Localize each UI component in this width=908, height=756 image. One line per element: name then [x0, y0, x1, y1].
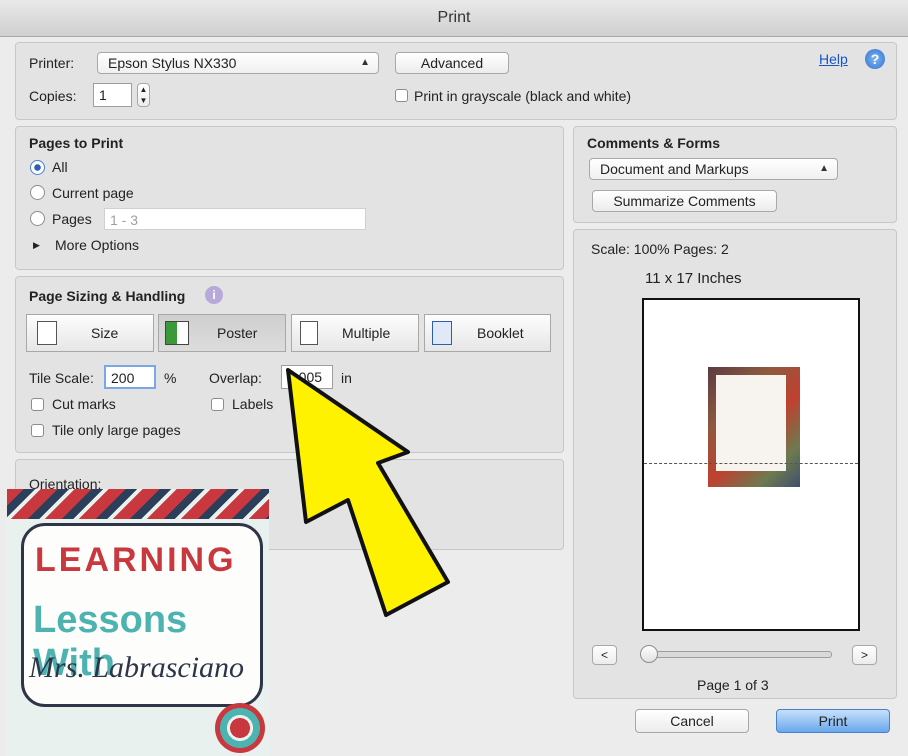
tab-size[interactable]: Size: [26, 314, 154, 352]
page-indicator: Page 1 of 3: [697, 677, 769, 693]
radio-all-label: All: [52, 159, 68, 175]
radio-pages[interactable]: [30, 211, 45, 226]
comments-select[interactable]: Document and Markups ▲: [589, 158, 838, 180]
rosette-decoration: [215, 703, 265, 753]
preview-paper-size: 11 x 17 Inches: [645, 270, 742, 287]
select-arrows-icon: ▲: [360, 57, 370, 68]
advanced-button[interactable]: Advanced: [395, 52, 509, 74]
blog-logo-overlay: LEARNING Lessons With Mrs. Labrasciano: [7, 489, 269, 756]
printer-value: Epson Stylus NX330: [108, 55, 237, 71]
tab-booklet-label: Booklet: [477, 325, 524, 341]
labels-checkbox[interactable]: [211, 398, 224, 411]
pages-to-print-title: Pages to Print: [29, 135, 124, 151]
tab-multiple-label: Multiple: [342, 325, 391, 341]
preview-photo-poster: [716, 375, 786, 471]
disclosure-triangle-icon[interactable]: ▶: [33, 240, 40, 251]
cut-marks-checkbox[interactable]: [31, 398, 44, 411]
chevron-banner: [7, 489, 269, 519]
tab-booklet[interactable]: Booklet: [424, 314, 551, 352]
poster-icon: [165, 321, 189, 345]
printer-label: Printer:: [29, 55, 75, 71]
booklet-icon: [432, 321, 452, 345]
preview-slider-track[interactable]: [640, 651, 832, 658]
tile-scale-input[interactable]: 200: [104, 365, 156, 389]
tile-large-label: Tile only large pages: [52, 422, 181, 438]
pages-range-input[interactable]: 1 - 3: [104, 208, 366, 230]
tile-division-line: [644, 463, 858, 464]
copies-label: Copies:: [29, 88, 77, 104]
comments-title: Comments & Forms: [587, 135, 721, 151]
preview-scale-text: Scale: 100% Pages: 2: [591, 241, 729, 257]
more-options-label[interactable]: More Options: [55, 237, 139, 253]
preview-next-button[interactable]: >: [852, 645, 877, 665]
preview-photo: [708, 367, 800, 487]
preview-prev-button[interactable]: <: [592, 645, 617, 665]
preview-page: [642, 298, 860, 631]
size-icon: [37, 321, 57, 345]
tab-size-label: Size: [91, 325, 119, 341]
tile-scale-unit: %: [164, 370, 177, 386]
preview-slider-knob[interactable]: [640, 645, 658, 663]
page-sizing-title: Page Sizing & Handling: [29, 288, 186, 304]
copies-field[interactable]: 1: [93, 83, 132, 107]
logo-line-name: Mrs. Labrasciano: [29, 651, 245, 684]
comments-select-value: Document and Markups: [600, 161, 749, 177]
tab-poster-label: Poster: [217, 325, 258, 341]
printer-select[interactable]: Epson Stylus NX330 ▲: [97, 52, 379, 74]
radio-all[interactable]: [30, 160, 45, 175]
window-title: Print: [0, 0, 908, 37]
copies-stepper[interactable]: ▲ ▼: [137, 83, 150, 107]
radio-pages-label: Pages: [52, 211, 92, 227]
radio-current-page-label: Current page: [52, 185, 134, 201]
radio-current-page[interactable]: [30, 185, 45, 200]
select-arrows-icon: ▲: [819, 163, 829, 174]
tab-poster[interactable]: Poster: [158, 314, 286, 352]
labels-label: Labels: [232, 396, 274, 412]
cancel-button[interactable]: Cancel: [635, 709, 749, 733]
tab-multiple[interactable]: Multiple: [291, 314, 419, 352]
cut-marks-label: Cut marks: [52, 396, 116, 412]
logo-line-learning: LEARNING: [35, 541, 237, 579]
info-icon[interactable]: i: [205, 286, 223, 304]
arrow-shape: [286, 368, 450, 617]
grayscale-checkbox[interactable]: [395, 89, 408, 102]
overlap-label: Overlap:: [209, 370, 262, 386]
tile-scale-label: Tile Scale:: [29, 370, 94, 386]
summarize-comments-button[interactable]: Summarize Comments: [592, 190, 777, 212]
help-link[interactable]: Help: [819, 51, 848, 67]
print-button[interactable]: Print: [776, 709, 890, 733]
help-icon[interactable]: ?: [865, 49, 885, 69]
arrow-overlay: [286, 368, 450, 617]
multiple-icon: [300, 321, 318, 345]
grayscale-label: Print in grayscale (black and white): [414, 88, 632, 104]
tile-large-checkbox[interactable]: [31, 424, 44, 437]
